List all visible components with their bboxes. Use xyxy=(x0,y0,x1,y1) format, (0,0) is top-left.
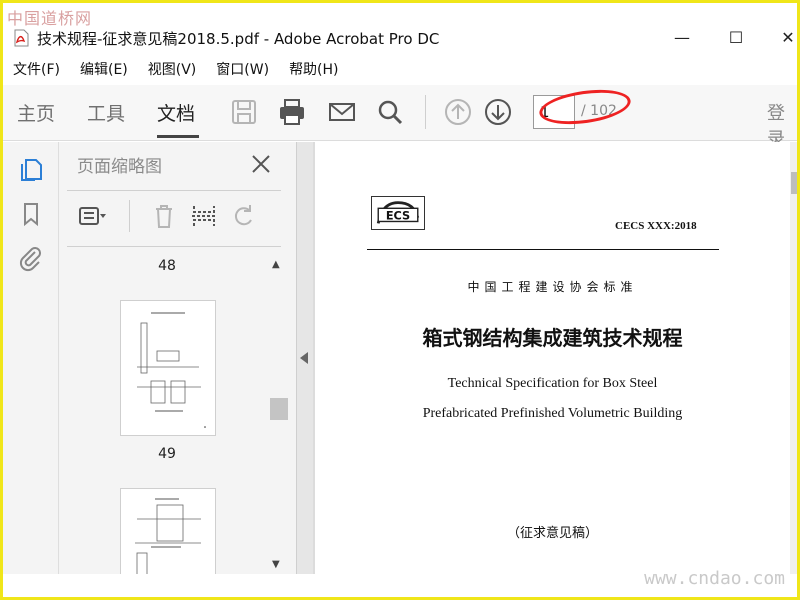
next-page-icon[interactable] xyxy=(483,97,513,127)
search-icon[interactable] xyxy=(375,97,405,127)
document-scrollbar[interactable] xyxy=(790,142,797,574)
window-title: 技术规程-征求意见稿2018.5.pdf - Adobe Acrobat Pro… xyxy=(37,30,440,48)
menu-view[interactable]: 视图(V) xyxy=(138,59,207,81)
document-view: ECS CECS XXX:2018 中国工程建设协会标准 箱式钢结构集成建筑技术… xyxy=(313,142,797,574)
menu-window[interactable]: 窗口(W) xyxy=(206,59,279,81)
minimize-button[interactable]: — xyxy=(667,27,697,49)
scroll-up-icon[interactable]: ▲ xyxy=(272,260,284,270)
menu-bar: 文件(F) 编辑(E) 视图(V) 窗口(W) 帮助(H) xyxy=(3,59,349,81)
document-scrollbar-thumb[interactable] xyxy=(791,172,797,194)
title-bar: 技术规程-征求意见稿2018.5.pdf - Adobe Acrobat Pro… xyxy=(3,25,797,53)
print-icon[interactable] xyxy=(277,97,307,127)
watermark-bottom: www.cndao.com xyxy=(644,568,785,589)
main-toolbar: 主页 工具 文档 1 / 102 登录 xyxy=(3,85,797,150)
document-title-english-line1: Technical Specification for Box Steel xyxy=(447,376,658,391)
panel-tool-divider xyxy=(129,200,130,232)
watermark-top: 中国道桥网 xyxy=(7,9,93,28)
thumbnail-drawing xyxy=(135,498,201,576)
scrollbar-thumb[interactable] xyxy=(270,398,288,420)
association-name: 中国工程建设协会标准 xyxy=(467,280,638,294)
tab-tools[interactable]: 工具 xyxy=(87,99,125,126)
document-title-english-line2: Prefabricated Prefinished Volumetric Bui… xyxy=(422,406,683,421)
pdf-page: ECS CECS XXX:2018 中国工程建设协会标准 箱式钢结构集成建筑技术… xyxy=(315,142,790,574)
thumbnails-scrollbar[interactable]: ▲ ▼ xyxy=(268,250,288,574)
scroll-down-icon[interactable]: ▼ xyxy=(272,560,284,570)
collapse-panel-icon[interactable] xyxy=(300,352,308,364)
close-window-button[interactable]: ✕ xyxy=(773,27,797,49)
thumbnail-label-48: 48 xyxy=(158,258,176,274)
menu-help[interactable]: 帮助(H) xyxy=(279,59,348,81)
thumbnail-options-icon[interactable] xyxy=(77,202,107,230)
previous-page-icon[interactable] xyxy=(443,97,473,127)
toolbar-divider xyxy=(425,95,426,129)
delete-page-icon[interactable] xyxy=(149,202,179,230)
panel-title: 页面缩略图 xyxy=(77,157,162,177)
page-thumbnails-icon[interactable] xyxy=(17,156,45,184)
page-thumbnail-49[interactable] xyxy=(120,300,216,436)
panel-splitter[interactable] xyxy=(297,142,313,574)
attachment-icon[interactable] xyxy=(17,244,45,272)
panel-divider xyxy=(67,246,281,247)
document-title-chinese: 箱式钢结构集成建筑技术规程 xyxy=(422,326,683,350)
insert-page-icon[interactable] xyxy=(189,202,219,230)
save-icon[interactable] xyxy=(229,97,259,127)
screenshot-frame: 中国道桥网 技术规程-征求意见稿2018.5.pdf - Adobe Acrob… xyxy=(0,0,800,600)
rotate-page-icon[interactable] xyxy=(229,202,259,230)
thumbnail-label-49: 49 xyxy=(158,446,176,462)
standard-code: CECS XXX:2018 xyxy=(615,220,697,232)
ecs-logo-text: ECS xyxy=(386,210,410,223)
thumbnails-panel: 页面缩略图 48 49 ▲ ▼ xyxy=(59,142,297,576)
bookmark-icon[interactable] xyxy=(17,200,45,228)
maximize-button[interactable]: ☐ xyxy=(721,27,751,49)
email-icon[interactable] xyxy=(327,97,357,127)
close-panel-icon[interactable] xyxy=(249,152,273,176)
header-rule xyxy=(367,249,719,250)
navigation-rail xyxy=(3,142,59,574)
thumbnail-drawing xyxy=(137,312,206,428)
panel-divider xyxy=(67,190,281,191)
active-tab-indicator xyxy=(157,135,199,138)
tab-document[interactable]: 文档 xyxy=(157,99,195,126)
acrobat-pdf-icon xyxy=(14,29,29,47)
menu-edit[interactable]: 编辑(E) xyxy=(70,59,138,81)
draft-note: （征求意见稿） xyxy=(506,526,598,541)
page-thumbnail-50[interactable] xyxy=(120,488,216,576)
menu-file[interactable]: 文件(F) xyxy=(3,59,70,81)
ecs-logo: ECS xyxy=(371,196,425,230)
tab-home[interactable]: 主页 xyxy=(17,99,55,126)
